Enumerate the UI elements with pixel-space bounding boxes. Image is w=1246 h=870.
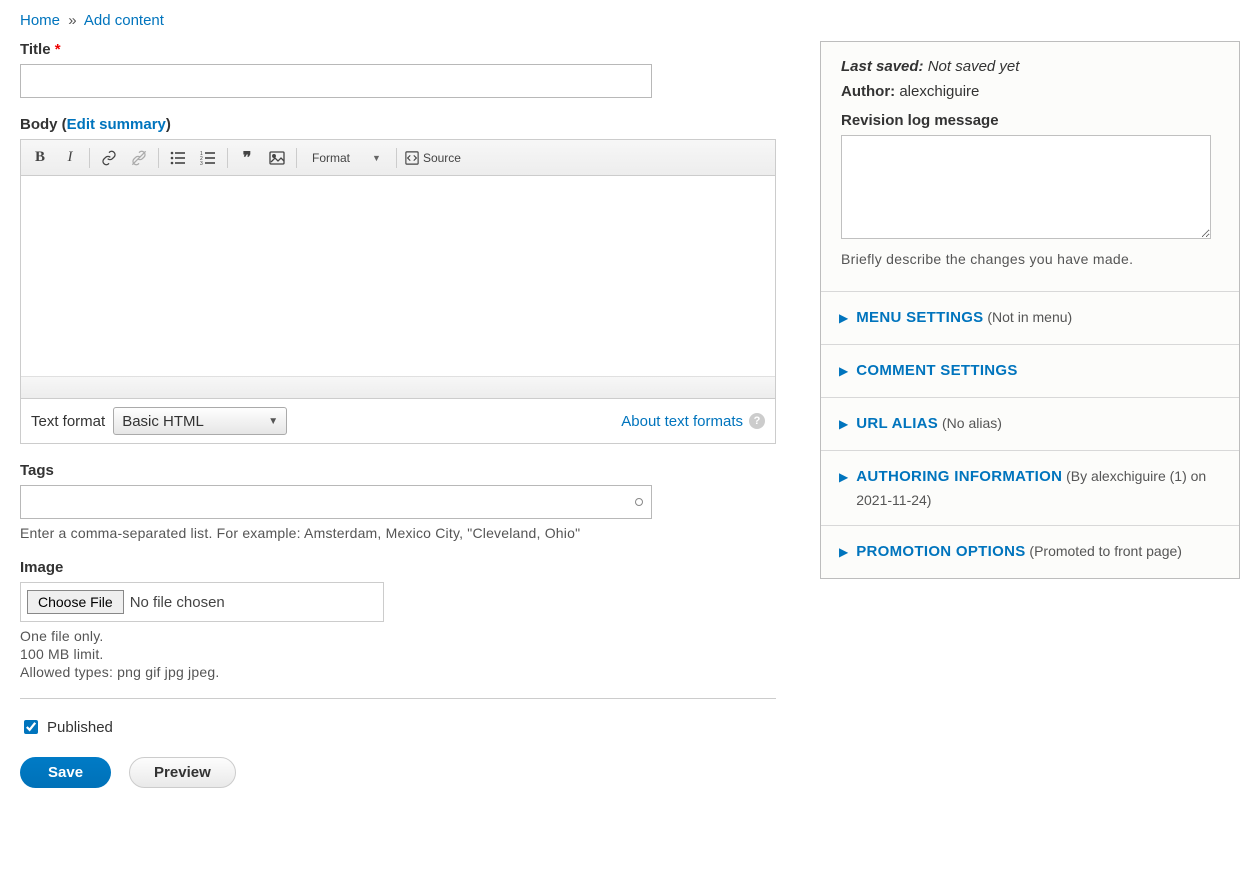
- editor-body[interactable]: [21, 176, 775, 376]
- last-saved-value: Not saved yet: [928, 58, 1020, 75]
- title-field: Title *: [20, 41, 780, 98]
- chevron-down-icon: ▼: [372, 153, 381, 163]
- image-help-1: One file only.: [20, 628, 780, 644]
- choose-file-button[interactable]: Choose File: [27, 590, 124, 614]
- tags-field: Tags Enter a comma-separated list. For e…: [20, 462, 780, 541]
- image-icon[interactable]: [266, 147, 288, 169]
- body-label-suffix: ): [166, 116, 171, 133]
- image-label: Image: [20, 559, 780, 576]
- edit-summary-link[interactable]: Edit summary: [67, 116, 166, 133]
- body-label: Body (Edit summary): [20, 116, 780, 133]
- triangle-right-icon: ▶: [839, 309, 848, 328]
- file-status: No file chosen: [130, 594, 225, 611]
- required-marker: *: [55, 41, 61, 58]
- sidebar-box: Last saved: Not saved yet Author: alexch…: [820, 41, 1240, 579]
- triangle-right-icon: ▶: [839, 362, 848, 381]
- text-format-label: Text format: [31, 413, 105, 430]
- image-help-2: 100 MB limit.: [20, 646, 780, 662]
- file-input-wrap: Choose File No file chosen: [20, 582, 384, 622]
- triangle-right-icon: ▶: [839, 468, 848, 487]
- chevron-down-icon: ▼: [268, 416, 278, 427]
- breadcrumb-home[interactable]: Home: [20, 12, 60, 29]
- accordion-title: MENU SETTINGS: [856, 309, 983, 326]
- svg-text:3: 3: [200, 161, 203, 166]
- main-form: Title * Body (Edit summary) B I: [20, 41, 780, 788]
- title-label: Title *: [20, 41, 780, 58]
- author-value: alexchiguire: [899, 83, 979, 100]
- author-row: Author: alexchiguire: [841, 83, 1219, 100]
- title-label-text: Title: [20, 41, 51, 58]
- published-row: Published: [20, 717, 780, 737]
- published-checkbox[interactable]: [24, 720, 38, 734]
- image-help-3: Allowed types: png gif jpg jpeg.: [20, 664, 780, 680]
- text-format-bar: Text format Basic HTML ▼ About text form…: [20, 399, 776, 444]
- triangle-right-icon: ▶: [839, 415, 848, 434]
- revision-log-textarea[interactable]: [841, 135, 1211, 239]
- editor-toolbar: B I 123: [21, 140, 775, 176]
- source-button-label: Source: [423, 151, 461, 165]
- accordion-title: COMMENT SETTINGS: [856, 362, 1017, 379]
- numbered-list-icon[interactable]: 123: [197, 147, 219, 169]
- meta-section: Last saved: Not saved yet Author: alexch…: [821, 42, 1239, 292]
- about-text-formats-link[interactable]: About text formats: [621, 413, 743, 430]
- last-saved-row: Last saved: Not saved yet: [841, 58, 1219, 75]
- tags-label: Tags: [20, 462, 780, 479]
- revision-row: Revision log message Briefly describe th…: [841, 112, 1219, 267]
- italic-button[interactable]: I: [59, 147, 81, 169]
- breadcrumb: Home » Add content: [20, 12, 1226, 29]
- form-actions: Save Preview: [20, 757, 780, 788]
- accordion-authoring-info[interactable]: ▶ AUTHORING INFORMATION (By alexchiguire…: [821, 450, 1239, 525]
- toolbar-separator: [296, 148, 297, 168]
- link-icon[interactable]: [98, 147, 120, 169]
- tags-input[interactable]: [20, 485, 652, 519]
- accordion-menu-settings[interactable]: ▶ MENU SETTINGS (Not in menu): [821, 292, 1239, 344]
- sidebar: Last saved: Not saved yet Author: alexch…: [820, 41, 1240, 788]
- save-button[interactable]: Save: [20, 757, 111, 788]
- bold-button[interactable]: B: [29, 147, 51, 169]
- breadcrumb-separator: »: [64, 12, 80, 29]
- toolbar-separator: [158, 148, 159, 168]
- title-input[interactable]: [20, 64, 652, 98]
- image-field: Image Choose File No file chosen One fil…: [20, 559, 780, 680]
- body-label-prefix: Body (: [20, 116, 67, 133]
- accordion-title: URL ALIAS: [856, 415, 938, 432]
- rich-text-editor: B I 123: [20, 139, 776, 399]
- toolbar-separator: [396, 148, 397, 168]
- tags-help: Enter a comma-separated list. For exampl…: [20, 525, 780, 541]
- author-label: Author:: [841, 83, 895, 100]
- preview-button[interactable]: Preview: [129, 757, 236, 788]
- divider: [20, 698, 776, 699]
- accordion: ▶ MENU SETTINGS (Not in menu) ▶ COMMENT …: [821, 292, 1239, 578]
- published-label: Published: [47, 719, 113, 736]
- accordion-hint: (Not in menu): [987, 309, 1072, 325]
- breadcrumb-add-content[interactable]: Add content: [84, 12, 164, 29]
- accordion-comment-settings[interactable]: ▶ COMMENT SETTINGS: [821, 344, 1239, 397]
- bullet-list-icon[interactable]: [167, 147, 189, 169]
- autocomplete-icon: [635, 498, 643, 506]
- accordion-hint: (No alias): [942, 415, 1002, 431]
- last-saved-label: Last saved:: [841, 58, 924, 75]
- revision-label: Revision log message: [841, 112, 1219, 129]
- editor-footer: [21, 376, 775, 398]
- toolbar-separator: [227, 148, 228, 168]
- accordion-hint: (Promoted to front page): [1029, 543, 1182, 559]
- blockquote-icon[interactable]: ❞: [236, 147, 258, 169]
- text-format-select[interactable]: Basic HTML ▼: [113, 407, 287, 435]
- format-dropdown-label: Format: [312, 151, 350, 165]
- source-button[interactable]: Source: [405, 151, 461, 165]
- body-field: Body (Edit summary) B I: [20, 116, 780, 444]
- help-icon[interactable]: ?: [749, 413, 765, 429]
- toolbar-separator: [89, 148, 90, 168]
- accordion-promotion-options[interactable]: ▶ PROMOTION OPTIONS (Promoted to front p…: [821, 525, 1239, 578]
- accordion-url-alias[interactable]: ▶ URL ALIAS (No alias): [821, 397, 1239, 450]
- text-format-value: Basic HTML: [122, 413, 204, 430]
- revision-help: Briefly describe the changes you have ma…: [841, 251, 1219, 267]
- triangle-right-icon: ▶: [839, 543, 848, 562]
- accordion-title: AUTHORING INFORMATION: [856, 468, 1062, 485]
- accordion-title: PROMOTION OPTIONS: [856, 543, 1025, 560]
- unlink-icon[interactable]: [128, 147, 150, 169]
- format-dropdown[interactable]: Format ▼: [305, 150, 388, 166]
